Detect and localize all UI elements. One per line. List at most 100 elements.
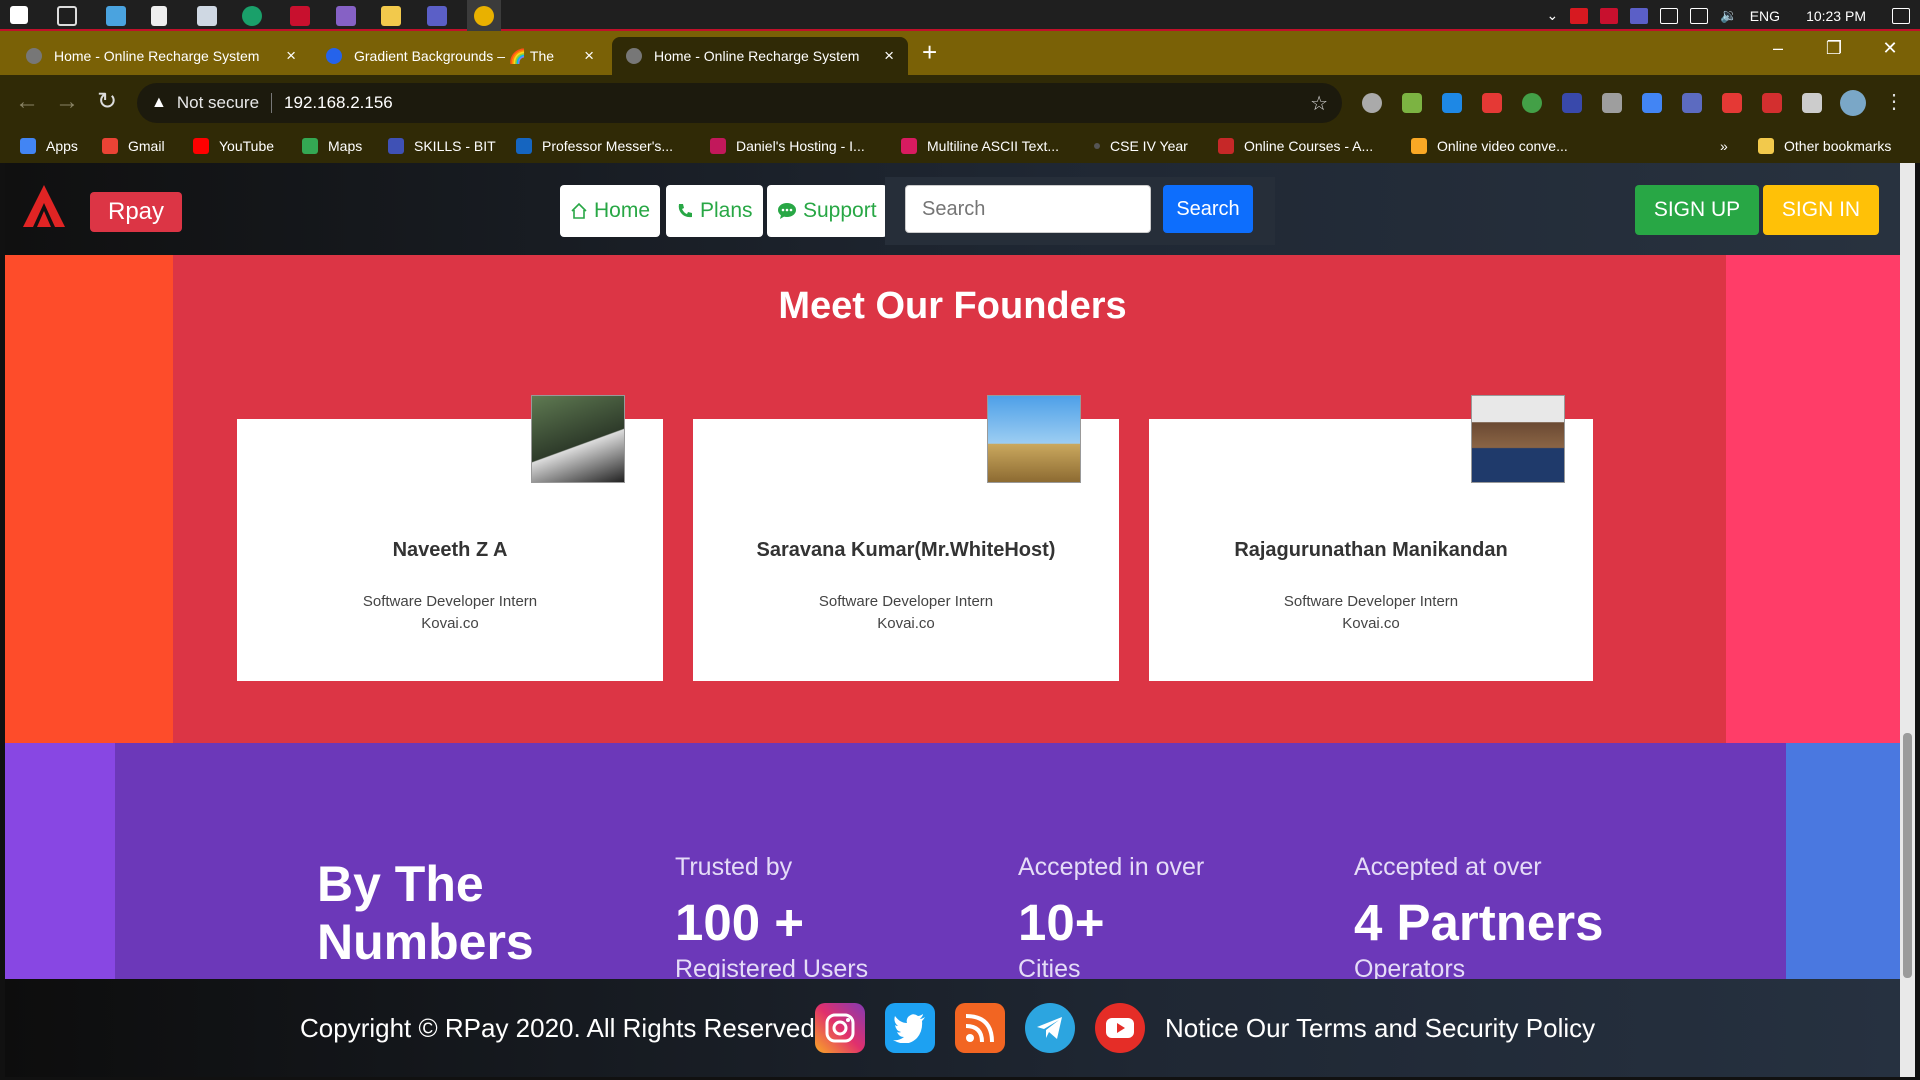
stat-caption: Trusted by [675,853,793,881]
tray-app-icon[interactable] [1570,7,1589,24]
clock[interactable]: 10:23 PM [1806,8,1866,24]
youtube-icon[interactable] [1095,1003,1145,1053]
page-scrollbar[interactable] [1900,163,1915,1077]
founder-company: Kovai.co [1342,615,1400,632]
tray-app-icon[interactable] [1600,7,1619,24]
notifications-icon[interactable] [1892,7,1910,24]
reload-icon[interactable]: ↻ [90,86,124,120]
bookmark-star-icon[interactable]: ☆ [1310,91,1328,116]
puzzle-icon[interactable] [1802,93,1822,113]
stats-title: By The Numbers [317,856,534,970]
twitter-icon[interactable] [885,1003,935,1053]
chat-icon [778,203,796,219]
extension-icon[interactable] [1522,93,1542,113]
bookmark-online-courses[interactable]: Online Courses - A... [1218,138,1373,154]
tray-teams-icon[interactable] [1630,7,1649,24]
volume-icon[interactable]: 🔉 [1720,7,1737,24]
close-tab-icon[interactable]: × [286,46,296,66]
new-tab-button[interactable]: + [922,37,937,68]
copyright-text: Copyright © RPay 2020. All Rights Reserv… [300,1013,815,1043]
drive-icon[interactable] [1602,93,1622,113]
close-window-button[interactable]: ✕ [1862,31,1918,67]
chevron-up-icon[interactable]: ⌄ [1547,7,1559,24]
close-tab-icon[interactable]: × [584,46,594,66]
nav-plans[interactable]: Plans [666,185,763,237]
taskbar-app-icon[interactable] [290,6,310,26]
security-indicator[interactable]: Not secure [177,93,273,113]
translate-icon[interactable] [1642,93,1662,113]
search-input[interactable] [905,185,1151,233]
visual-studio-icon[interactable] [336,6,356,26]
bookmark-ascii-text[interactable]: Multiline ASCII Text... [901,138,1059,154]
bookmark-maps[interactable]: Maps [302,138,362,154]
address-bar[interactable]: ▲ Not secure 192.168.2.156 ☆ [137,83,1342,123]
extension-icon[interactable] [1682,93,1702,113]
task-view-icon[interactable] [57,6,77,26]
file-explorer-icon[interactable] [381,6,401,26]
extension-icon[interactable] [1442,93,1462,113]
rpay-logo[interactable] [21,183,67,229]
home-icon [571,202,587,219]
founder-name: Naveeth Z A [392,539,508,561]
phone-icon [678,204,692,218]
nav-support[interactable]: Support [767,185,887,237]
bookmarks-overflow[interactable]: » [1720,138,1728,154]
scrollbar-thumb[interactable] [1903,733,1912,978]
site-navbar: Rpay Home Plans Support Search SIGN UP S… [5,163,1900,255]
bookmark-apps[interactable]: Apps [20,138,78,154]
bookmark-daniels-hosting[interactable]: Daniel's Hosting - I... [710,138,865,154]
teams-icon[interactable] [427,6,447,26]
back-icon[interactable]: ← [10,86,44,120]
forward-icon[interactable]: → [50,86,84,120]
url-text[interactable]: 192.168.2.156 [272,93,393,113]
close-tab-icon[interactable]: × [884,46,894,66]
windows-start-icon[interactable] [10,6,28,24]
language-indicator[interactable]: ENG [1750,8,1780,24]
taskbar-app-icon[interactable] [151,6,167,26]
extension-icon[interactable] [1482,93,1502,113]
tab-title: Gradient Backgrounds – 🌈 The [354,47,555,64]
browser-tab-active[interactable]: Home - Online Recharge System × [612,37,908,75]
brand-button[interactable]: Rpay [90,192,182,232]
windows-taskbar: ⌄ 🔉 ENG 10:23 PM [0,0,1920,31]
founder-card: Rajagurunathan Manikandan Software Devel… [1149,395,1593,681]
signup-button[interactable]: SIGN UP [1635,185,1759,235]
search-button[interactable]: Search [1163,185,1253,233]
bookmark-professor-messer[interactable]: Professor Messer's... [516,138,673,154]
bookmark-cse-iv-year[interactable]: CSE IV Year [1094,138,1188,154]
edge-icon[interactable] [242,6,262,26]
founder-name: Rajagurunathan Manikandan [1234,539,1508,561]
founder-photo [987,395,1081,483]
network-icon[interactable] [1690,7,1709,24]
extension-icon[interactable] [1722,93,1742,113]
browser-tab[interactable]: Gradient Backgrounds – 🌈 The × [312,37,608,75]
terms-link[interactable]: Notice Our Terms and Security Policy [1165,1013,1595,1044]
profile-avatar[interactable] [1840,90,1866,116]
taskbar-app-icon[interactable] [106,6,126,26]
other-bookmarks[interactable]: Other bookmarks [1758,138,1891,154]
menu-icon[interactable]: ⋮ [1884,89,1904,113]
bookmark-video-converter[interactable]: Online video conve... [1411,138,1568,154]
extension-icon[interactable] [1402,93,1422,113]
bookmark-skills[interactable]: SKILLS - BIT [388,138,496,154]
extension-icon[interactable] [1362,93,1382,113]
restore-button[interactable]: ❐ [1806,31,1862,67]
telegram-icon[interactable] [1025,1003,1075,1053]
extension-icon[interactable] [1562,93,1582,113]
tab-title: Home - Online Recharge System [54,48,260,64]
browser-tab[interactable]: Home - Online Recharge System × [12,37,310,75]
instagram-icon[interactable] [815,1003,865,1053]
battery-icon[interactable] [1660,7,1679,24]
taskbar-app-icon[interactable] [197,6,217,26]
bookmark-gmail[interactable]: Gmail [102,138,165,154]
chrome-icon[interactable] [474,6,494,26]
minimize-button[interactable]: – [1750,31,1806,67]
bookmark-youtube[interactable]: YouTube [193,138,274,154]
stat-value: 4 Partners [1354,894,1604,951]
nav-home[interactable]: Home [560,185,661,237]
signin-button[interactable]: SIGN IN [1763,185,1879,235]
extension-icon[interactable] [1762,93,1782,113]
warning-icon[interactable]: ▲ [151,94,167,112]
rss-icon[interactable] [955,1003,1005,1053]
founders-section: Meet Our Founders Naveeth Z A Software D… [5,255,1900,743]
